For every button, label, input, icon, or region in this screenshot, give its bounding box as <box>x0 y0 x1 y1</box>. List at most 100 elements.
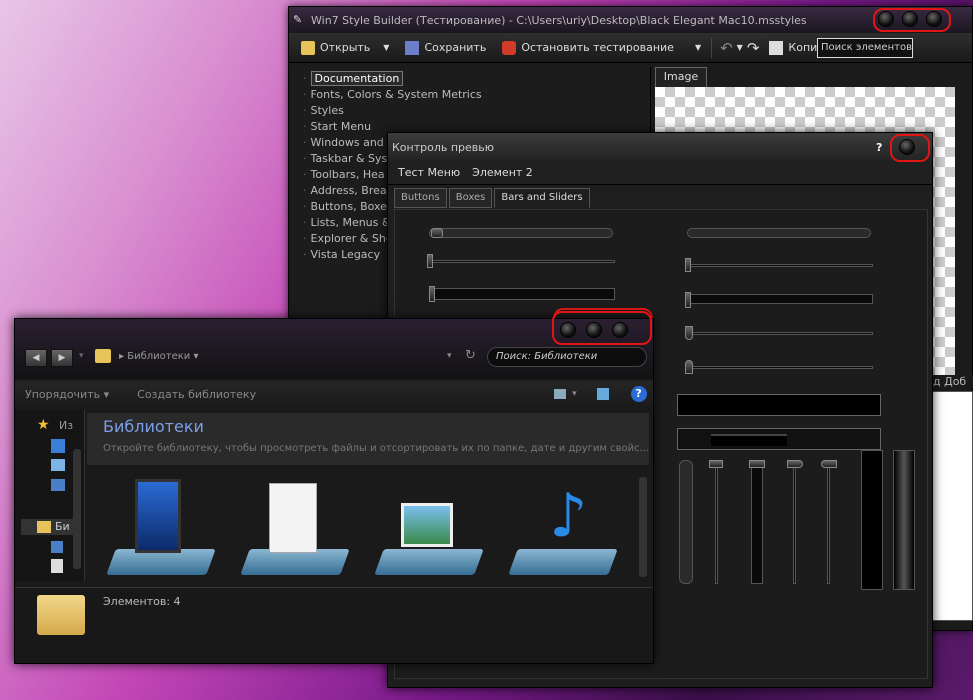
desktop-icon[interactable] <box>51 459 65 471</box>
menu-item-test[interactable]: Тест Меню <box>398 166 460 179</box>
slider-track[interactable] <box>687 264 873 267</box>
vertical-scroll-track[interactable] <box>679 460 693 584</box>
dropdown-arrow-icon[interactable]: ▼ <box>737 43 743 52</box>
help-icon[interactable]: ? <box>630 386 647 402</box>
content-scrollbar[interactable] <box>639 477 647 577</box>
address-dropdown-icon[interactable]: ▾ <box>447 351 452 361</box>
tree-bullet-icon: · <box>303 168 307 181</box>
forward-button[interactable]: ▶ <box>51 349 73 367</box>
nav-item-favorites[interactable]: Из <box>59 419 73 432</box>
command-bar: Упорядочить ▾ Создать библиотеку ▾ ? <box>15 381 653 407</box>
menu-item-element2[interactable]: Элемент 2 <box>472 166 533 179</box>
organize-button[interactable]: Упорядочить ▾ <box>25 388 109 401</box>
slider-thumb[interactable] <box>429 286 435 302</box>
vertical-progress-track <box>751 460 763 584</box>
dropdown-arrow-icon[interactable]: ▼ <box>383 43 389 52</box>
slider-thumb[interactable] <box>821 460 837 468</box>
tree-item[interactable]: · Documentation <box>291 71 650 87</box>
refresh-icon[interactable]: ↻ <box>465 348 476 363</box>
slider-thumb[interactable] <box>427 254 433 268</box>
highlight-ring <box>873 8 951 32</box>
copy-icon <box>769 40 784 55</box>
scroll-thumb[interactable] <box>431 228 443 238</box>
tab-buttons[interactable]: Buttons <box>394 188 447 208</box>
app-icon: ✎ <box>293 13 303 26</box>
tree-bullet-icon: · <box>303 184 307 197</box>
preview-pane-icon[interactable] <box>596 388 609 400</box>
tab-bars-and-sliders[interactable]: Bars and Sliders <box>494 188 590 208</box>
dropdown-arrow-icon[interactable]: ▼ <box>695 43 701 52</box>
window-title: Win7 Style Builder (Тестирование) - C:\U… <box>311 13 807 27</box>
slider-thumb[interactable] <box>709 460 723 468</box>
video-icon[interactable] <box>51 541 63 553</box>
chevron-down-icon[interactable]: ▾ <box>572 389 577 399</box>
slider-thumb[interactable] <box>685 292 691 308</box>
slider-track[interactable] <box>429 260 615 263</box>
document-icon[interactable] <box>51 559 63 573</box>
tree-bullet-icon: · <box>303 120 307 133</box>
right-list-panel <box>931 391 973 621</box>
new-library-button[interactable]: Создать библиотеку <box>137 388 256 401</box>
horizontal-scroll-track[interactable] <box>687 228 871 238</box>
redo-icon[interactable]: ↷ <box>747 39 760 57</box>
tree-bullet-icon: · <box>303 136 307 149</box>
tree-item[interactable]: · Fonts, Colors & System Metrics <box>291 87 650 103</box>
progress-bar <box>677 394 881 416</box>
explorer-window: ◀ ▶ ▾ ▸ Библиотеки ▾ ▾ ↻ Поиск: Библиоте… <box>14 318 654 664</box>
stop-icon <box>502 40 517 55</box>
libraries-folder-icon <box>37 595 85 635</box>
documents-library-icon[interactable] <box>240 479 350 575</box>
recent-places-icon[interactable] <box>51 479 65 491</box>
slider-thumb[interactable] <box>685 326 693 340</box>
highlight-ring <box>552 311 652 345</box>
tree-bullet-icon: · <box>303 216 307 229</box>
music-library-icon[interactable]: ♪ <box>508 479 618 575</box>
help-button[interactable]: ? <box>876 141 882 154</box>
builder-titlebar: ✎ Win7 Style Builder (Тестирование) - C:… <box>289 7 972 33</box>
chevron-down-icon[interactable]: ▾ <box>79 351 84 361</box>
slider-thumb[interactable] <box>749 460 765 468</box>
progress-track <box>429 288 615 300</box>
vertical-progress-bar <box>861 450 883 590</box>
tree-bullet-icon: · <box>303 88 307 101</box>
tree-bullet-icon: · <box>303 248 307 261</box>
back-button[interactable]: ◀ <box>25 349 47 367</box>
save-button[interactable]: Сохранить <box>399 36 492 60</box>
right-panel-label: д Доб <box>931 375 973 388</box>
undo-icon[interactable]: ↶ <box>720 39 733 57</box>
preview-tabs: Buttons Boxes Bars and Sliders <box>388 188 932 208</box>
search-input[interactable]: Поиск: Библиотеки <box>487 347 647 367</box>
vertical-slider-track[interactable] <box>827 460 830 584</box>
downloads-icon[interactable] <box>51 439 65 453</box>
tab-image[interactable]: Image <box>655 67 707 87</box>
star-icon: ★ <box>37 417 50 433</box>
preview-titlebar: Контроль превью <box>388 133 932 161</box>
element-search-input[interactable]: Поиск элементов <box>817 38 913 58</box>
vertical-slider-track[interactable] <box>715 460 718 584</box>
tree-item[interactable]: · Styles <box>291 103 650 119</box>
highlight-ring <box>890 134 930 162</box>
slider-track[interactable] <box>687 332 873 335</box>
vertical-slider-track[interactable] <box>793 460 796 584</box>
item-count: Элементов: 4 <box>103 595 181 608</box>
marquee-chunk <box>711 434 787 446</box>
breadcrumb[interactable]: ▸ Библиотеки ▾ <box>119 351 198 362</box>
slider-thumb[interactable] <box>685 258 691 272</box>
nav-scrollbar[interactable] <box>73 449 81 569</box>
tree-bullet-icon: · <box>303 200 307 213</box>
tab-boxes[interactable]: Boxes <box>448 188 493 208</box>
nav-item-libraries[interactable]: Би <box>21 519 81 535</box>
stop-testing-button[interactable]: Остановить тестирование ▼ <box>496 36 707 60</box>
video-library-icon[interactable] <box>106 479 216 575</box>
tree-bullet-icon: · <box>303 232 307 245</box>
slider-thumb[interactable] <box>787 460 803 468</box>
tree-bullet-icon: · <box>303 104 307 117</box>
slider-thumb[interactable] <box>685 360 693 374</box>
progress-track <box>687 294 873 304</box>
slider-track[interactable] <box>687 366 873 369</box>
pictures-library-icon[interactable] <box>374 479 484 575</box>
open-button[interactable]: Открыть ▼ <box>295 36 395 60</box>
preview-menubar: Тест Меню Элемент 2 <box>388 161 932 185</box>
horizontal-scroll-track[interactable] <box>429 228 613 238</box>
view-icon[interactable] <box>554 389 567 399</box>
